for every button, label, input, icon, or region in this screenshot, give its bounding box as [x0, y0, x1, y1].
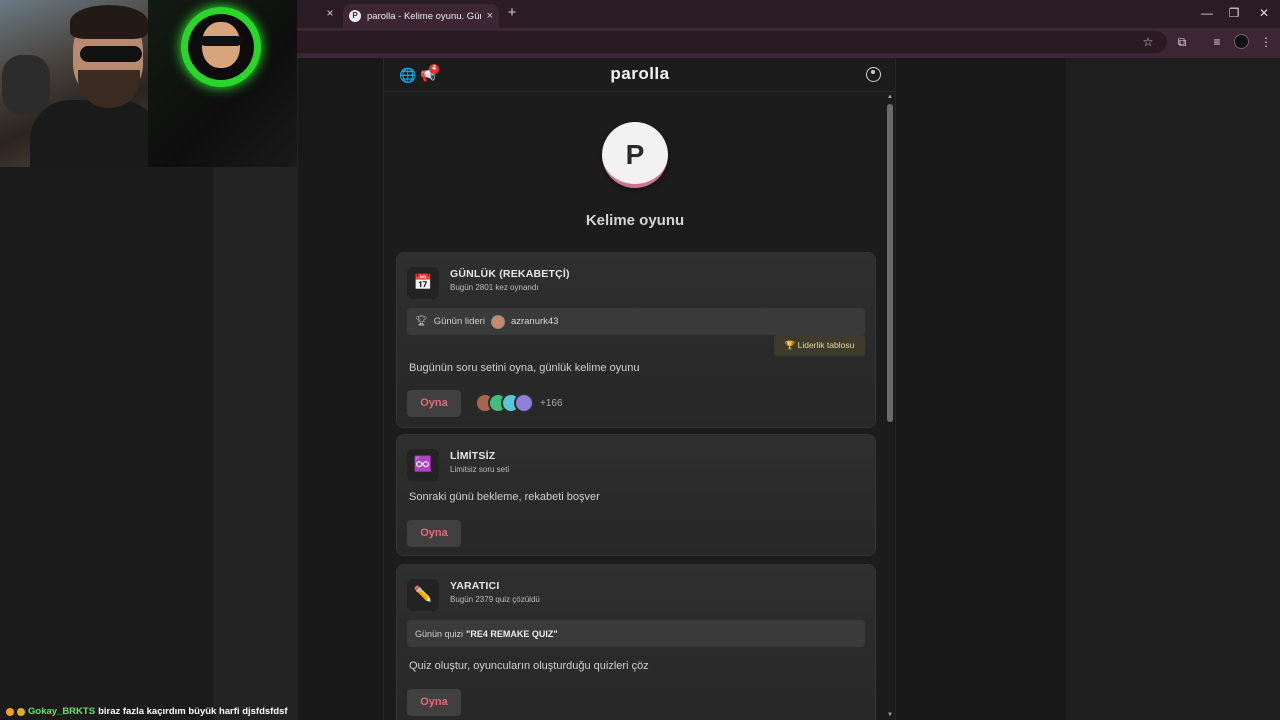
profile-avatar[interactable]: [1234, 34, 1249, 49]
tab-close-icon[interactable]: ×: [487, 10, 493, 22]
card-title: GÜNLÜK (REKABETÇİ): [450, 268, 570, 280]
brand-title[interactable]: parolla: [384, 64, 895, 84]
scroll-up-arrow-icon[interactable]: ▲: [887, 94, 893, 100]
card-title: LİMİTSİZ: [450, 450, 496, 462]
creative-play-button[interactable]: Oyna: [407, 689, 461, 716]
player-avatars: +166: [475, 393, 563, 413]
user-account-icon[interactable]: [866, 67, 881, 82]
stream-background-right: [1066, 58, 1280, 720]
streamer-glasses-shape: [80, 46, 142, 62]
pencil-icon: ✏️: [407, 579, 439, 611]
previous-tab-close-icon[interactable]: ×: [323, 6, 337, 20]
leader-label: Günün lideri: [433, 316, 485, 327]
chat-username: Gokay_BRKTS: [28, 706, 96, 717]
scroll-thumb[interactable]: [887, 104, 893, 422]
page-header: 🌐 📢 4 parolla: [384, 58, 895, 92]
unlimited-play-button[interactable]: Oyna: [407, 520, 461, 547]
extensions-icon[interactable]: ⧉: [1174, 34, 1190, 50]
card-subtitle: Limitsiz soru seti: [450, 465, 510, 474]
daily-game-card: 📅 GÜNLÜK (REKABETÇİ) Bugün 2801 kez oyna…: [396, 252, 876, 428]
media-control-icon[interactable]: ≡: [1209, 34, 1225, 50]
card-subtitle: Bugün 2379 quiz çözüldü: [450, 595, 540, 604]
more-players-count: +166: [540, 397, 563, 409]
unlimited-game-card: ♾️ LİMİTSİZ Limitsiz soru seti Sonraki g…: [396, 434, 876, 556]
daily-play-button[interactable]: Oyna: [407, 390, 461, 417]
streamer-webcam: [0, 0, 148, 167]
browser-menu-icon[interactable]: ⋮: [1258, 34, 1274, 50]
microphone-shape: [2, 55, 50, 115]
daily-leader-row[interactable]: 🏆︎ Günün lideri azranurk43: [407, 308, 865, 335]
trophy-outline-icon: 🏆︎: [415, 316, 428, 327]
address-bar[interactable]: [297, 31, 1167, 53]
restore-button[interactable]: ❐: [1223, 4, 1245, 22]
stream-chat-message: Gokay_BRKTS biraz fazla kaçırdım büyük h…: [0, 703, 300, 720]
quiz-name: "RE4 REMAKE QUIZ": [466, 628, 558, 639]
card-description: Quiz oluştur, oyuncuların oluşturduğu qu…: [409, 660, 649, 672]
chat-badge-icon: [17, 707, 25, 716]
chat-badge-icon: [6, 707, 14, 716]
parolla-logo: P: [602, 122, 668, 188]
creative-game-card: ✏️ YARATICI Bugün 2379 quiz çözüldü Günü…: [396, 564, 876, 720]
card-title: YARATICI: [450, 580, 500, 592]
logo-glasses-shape: [200, 36, 242, 46]
card-subtitle: Bugün 2801 kez oynandı: [450, 283, 539, 292]
streamer-body-shape: [30, 100, 148, 167]
bookmark-star-icon[interactable]: ☆: [1140, 34, 1156, 50]
page-scrollbar[interactable]: ▲ ▼: [886, 94, 894, 720]
scroll-down-arrow-icon[interactable]: ▼: [887, 712, 893, 718]
leaderboard-button[interactable]: 🏆 Liderlik tablosu: [774, 335, 865, 356]
quiz-label: Günün quizi: [415, 628, 464, 639]
card-description: Bugünün soru setini oyna, günlük kelime …: [409, 362, 640, 374]
streamer-hair-shape: [70, 5, 148, 39]
tab-favicon-icon: P: [349, 10, 361, 22]
close-window-button[interactable]: ✕: [1253, 4, 1275, 22]
browser-tab-active[interactable]: P parolla - Kelime oyunu. Günlük ×: [343, 4, 499, 28]
page-subtitle: Kelime oyunu: [585, 212, 685, 229]
daily-quiz-row[interactable]: Günün quizi "RE4 REMAKE QUIZ": [407, 620, 865, 647]
chat-text: biraz fazla kaçırdım büyük harfi djsfdsf…: [98, 706, 288, 717]
player-avatar: [514, 393, 534, 413]
calendar-icon: 📅: [407, 267, 439, 299]
minimize-button[interactable]: —: [1196, 4, 1218, 22]
new-tab-button[interactable]: +: [505, 5, 519, 21]
streamer-logo-overlay: [148, 0, 297, 167]
infinity-icon: ♾️: [407, 449, 439, 481]
leader-name: azranurk43: [510, 316, 559, 327]
tab-title: parolla - Kelime oyunu. Günlük: [367, 10, 481, 22]
card-description: Sonraki günü bekleme, rekabeti boşver: [409, 491, 600, 503]
leader-avatar: [490, 314, 505, 329]
parolla-page: 🌐 📢 4 parolla ▲ ▼ P Kelime oyunu 📅 GÜNLÜ…: [383, 58, 896, 720]
